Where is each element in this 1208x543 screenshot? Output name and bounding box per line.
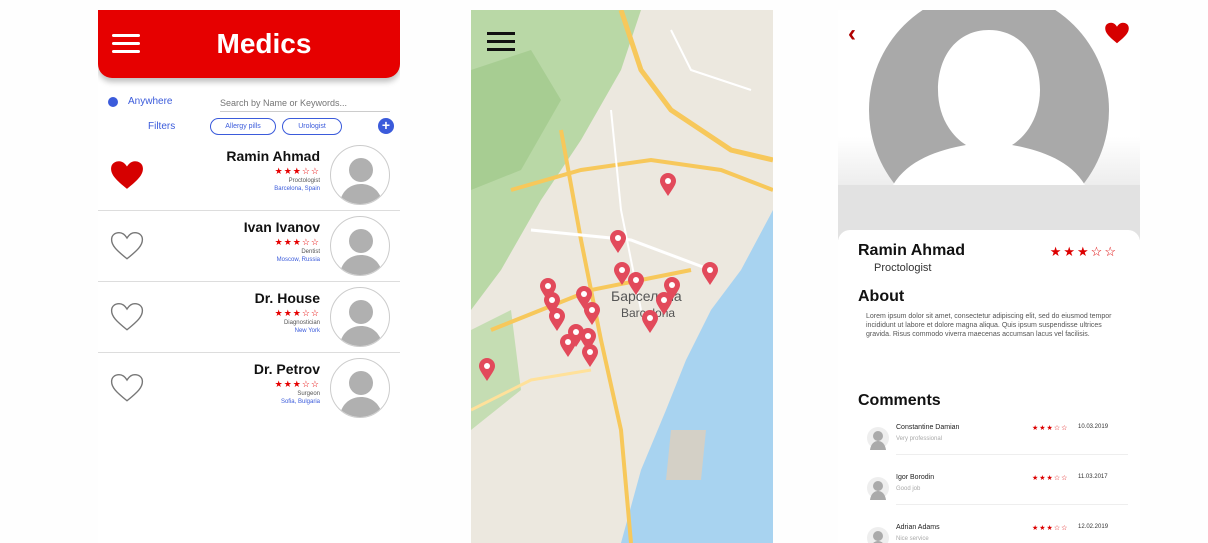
doctor-location: Sofia, Bulgaria (280, 399, 320, 405)
comment-text: Nice service (896, 536, 929, 542)
profile-photo (838, 10, 1140, 240)
divider (896, 454, 1128, 455)
avatar (330, 287, 390, 347)
filter-chip[interactable]: Allergy pills (210, 118, 276, 135)
app-title: Medics (216, 28, 312, 59)
comments-heading: Comments (858, 392, 941, 409)
doctor-row[interactable]: Ramin Ahmad ★★★☆☆ Proctologist Barcelona… (98, 140, 400, 211)
doctor-specialty: Dentist (301, 249, 320, 255)
map-pin-icon[interactable] (583, 302, 601, 326)
about-text: Lorem ipsum dolor sit amet, consectetur … (866, 313, 1112, 338)
map-pin-icon[interactable] (581, 344, 599, 368)
avatar (330, 358, 390, 418)
comment-item: Adrian Adams Nice service ★★★☆☆ 12.02.20… (866, 524, 1128, 543)
doctor-name: Dr. Petrov (253, 361, 320, 377)
heart-outline-icon[interactable] (110, 373, 144, 403)
rating-stars: ★★★☆☆ (1032, 525, 1069, 532)
map-screen[interactable]: Барселона Barcelona (471, 10, 773, 543)
filter-row: Filters Allergy pills Urologist + (98, 116, 400, 140)
doctor-name: Dr. House (254, 290, 320, 306)
avatar (867, 477, 889, 500)
avatar (867, 427, 889, 450)
map-pin-icon[interactable] (548, 308, 566, 332)
menu-icon[interactable] (487, 32, 515, 54)
doctor-detail-screen: ‹ Ramin Ahmad Proctologist ★★★☆☆ About L… (838, 10, 1140, 543)
rating-stars: ★★★☆☆ (274, 379, 320, 389)
doctor-specialty: Surgeon (297, 391, 320, 397)
doctor-location: Barcelona, Spain (274, 186, 320, 192)
avatar (330, 216, 390, 276)
doctor-list-screen: Medics Anywhere Filters Allergy pills Ur… (98, 10, 400, 543)
doctor-specialty: Proctologist (288, 178, 320, 184)
map-pin-icon[interactable] (609, 230, 627, 254)
comment-date: 11.03.2017 (1078, 474, 1108, 480)
avatar (867, 527, 889, 543)
heart-filled-icon[interactable] (1104, 22, 1130, 44)
search-row: Anywhere (98, 92, 400, 116)
doctor-specialty: Proctologist (874, 262, 932, 274)
filter-chip[interactable]: Urologist (282, 118, 342, 135)
avatar (330, 145, 390, 205)
comment-author: Constantine Damian (896, 424, 960, 431)
add-filter-button[interactable]: + (378, 118, 394, 134)
back-button[interactable]: ‹ (848, 20, 856, 48)
about-heading: About (858, 288, 905, 305)
rating-stars: ★★★☆☆ (1032, 425, 1069, 432)
rating-stars: ★★★☆☆ (1049, 244, 1118, 259)
doctor-row[interactable]: Dr. House ★★★☆☆ Diagnostician New York (98, 282, 400, 353)
location-icon[interactable] (108, 97, 118, 107)
doctor-row[interactable]: Dr. Petrov ★★★☆☆ Surgeon Sofia, Bulgaria (98, 353, 400, 424)
heart-outline-icon[interactable] (110, 231, 144, 261)
rating-stars: ★★★☆☆ (1032, 475, 1069, 482)
filters-label: Filters (148, 121, 176, 132)
doctor-specialty: Diagnostician (283, 320, 320, 326)
map-pin-icon[interactable] (478, 358, 496, 382)
doctor-name: Ramin Ahmad (226, 148, 320, 164)
comment-item: Constantine Damian Very professional ★★★… (866, 424, 1128, 464)
app-bar: Medics (98, 10, 400, 78)
comment-text: Very professional (896, 436, 943, 442)
doctor-list: Ramin Ahmad ★★★☆☆ Proctologist Barcelona… (98, 140, 400, 424)
map-pin-icon[interactable] (559, 334, 577, 358)
heart-outline-icon[interactable] (110, 302, 144, 332)
comment-author: Adrian Adams (896, 524, 940, 531)
rating-stars: ★★★☆☆ (274, 166, 320, 176)
comment-date: 10.03.2019 (1078, 424, 1109, 430)
rating-stars: ★★★☆☆ (274, 237, 320, 247)
doctor-name: Ivan Ivanov (243, 219, 320, 235)
doctor-location: Moscow, Russia (276, 257, 320, 263)
search-input[interactable] (220, 94, 390, 112)
location-selector[interactable]: Anywhere (128, 96, 172, 107)
doctor-location: New York (294, 328, 320, 334)
comment-date: 12.02.2019 (1078, 524, 1109, 530)
comment-text: Good job (896, 486, 921, 492)
doctor-row[interactable]: Ivan Ivanov ★★★☆☆ Dentist Moscow, Russia (98, 211, 400, 282)
rating-stars: ★★★☆☆ (274, 308, 320, 318)
comment-author: Igor Borodin (896, 474, 935, 481)
comment-item: Igor Borodin Good job ★★★☆☆ 11.03.2017 (866, 474, 1128, 514)
map-pin-icon[interactable] (701, 262, 719, 286)
heart-filled-icon[interactable] (110, 160, 144, 190)
doctor-name: Ramin Ahmad (858, 242, 965, 259)
profile-card: Ramin Ahmad Proctologist ★★★☆☆ About Lor… (838, 230, 1140, 543)
map-pin-icon[interactable] (659, 173, 677, 197)
map-pin-icon[interactable] (627, 272, 645, 296)
divider (896, 504, 1128, 505)
map-pin-icon[interactable] (641, 310, 659, 334)
